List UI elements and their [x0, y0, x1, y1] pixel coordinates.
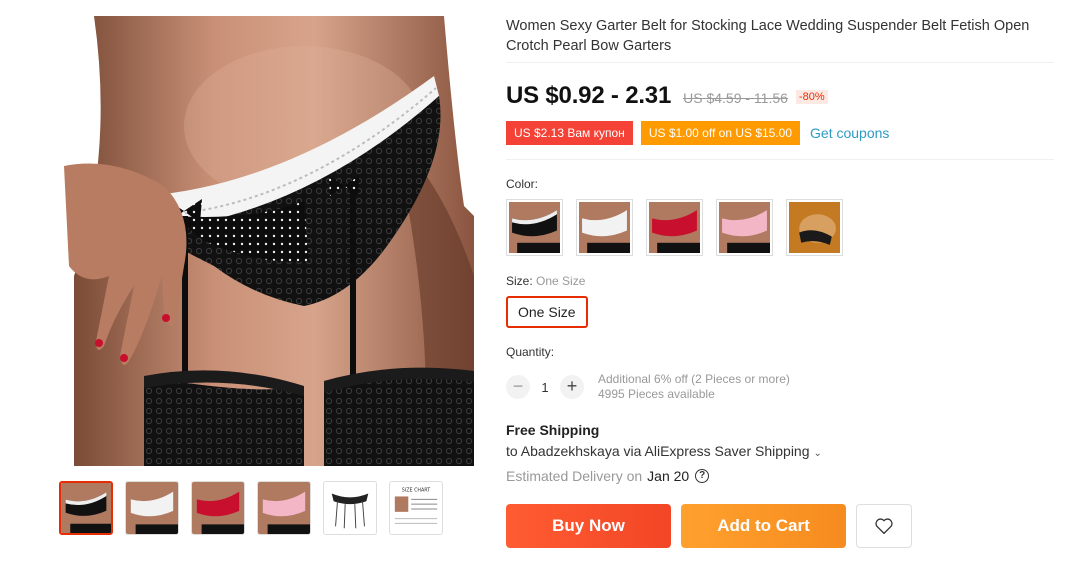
- current-price: US $0.92 - 2.31: [506, 82, 672, 109]
- thumbnail-image: [258, 482, 310, 534]
- main-product-image[interactable]: [54, 16, 474, 466]
- thumbnail-image: [324, 482, 376, 534]
- delivery-date: Jan 20: [647, 468, 690, 484]
- size-label-text: Size:: [506, 274, 533, 288]
- price-row: US $0.92 - 2.31 US $4.59 - 11.56 -80%: [506, 82, 828, 110]
- chevron-down-icon[interactable]: ⌄: [814, 448, 822, 459]
- action-buttons: Buy Now Add to Cart: [506, 504, 912, 548]
- shipping-destination-text: to Abadzekhskaya via AliExpress Saver Sh…: [506, 443, 810, 459]
- thumbnail-pink[interactable]: [257, 481, 311, 535]
- coupon-badge-store[interactable]: US $1.00 off on US $15.00: [638, 121, 801, 145]
- color-swatch-image: [789, 202, 840, 253]
- thumbnail-red[interactable]: [191, 481, 245, 535]
- wishlist-button[interactable]: [856, 504, 912, 548]
- shipping-destination[interactable]: to Abadzekhskaya via AliExpress Saver Sh…: [506, 443, 822, 459]
- add-to-cart-button[interactable]: Add to Cart: [681, 504, 846, 548]
- thumbnail-strip: SIZE CHART: [59, 481, 443, 535]
- quantity-decrease-button[interactable]: −: [506, 375, 530, 399]
- quantity-info: Additional 6% off (2 Pieces or more) 499…: [598, 372, 790, 402]
- coupon-row: US $2.13 Вам купон US $1.00 off on US $1…: [504, 121, 889, 145]
- bulk-discount-text: Additional 6% off (2 Pieces or more): [598, 372, 790, 386]
- product-info: Women Sexy Garter Belt for Stocking Lace…: [506, 16, 1056, 56]
- divider: [506, 159, 1054, 160]
- size-selected-value: One Size: [536, 274, 586, 288]
- color-option-red[interactable]: [646, 199, 703, 256]
- color-option-black[interactable]: [506, 199, 563, 256]
- thumbnail-image: [126, 482, 178, 534]
- thumbnail-white[interactable]: [125, 481, 179, 535]
- thumbnail-image: [192, 482, 244, 534]
- color-swatch-image: [579, 202, 630, 253]
- color-swatch-image: [649, 202, 700, 253]
- quantity-label: Quantity:: [506, 345, 555, 359]
- discount-badge: -80%: [795, 90, 828, 104]
- color-swatch-image: [509, 202, 560, 253]
- color-swatch-image: [719, 202, 770, 253]
- color-option-white[interactable]: [576, 199, 633, 256]
- buy-now-button[interactable]: Buy Now: [506, 504, 671, 548]
- size-label: Size: One Size: [506, 274, 585, 288]
- original-price: US $4.59 - 11.56: [683, 90, 788, 106]
- color-options: [506, 199, 843, 256]
- shipping-title: Free Shipping: [506, 422, 600, 438]
- get-coupons-link[interactable]: Get coupons: [810, 125, 889, 141]
- help-icon[interactable]: ?: [695, 469, 710, 483]
- thumbnail-garter-flat[interactable]: [323, 481, 377, 535]
- thumbnail-black[interactable]: [59, 481, 113, 535]
- delivery-label: Estimated Delivery on: [506, 468, 643, 484]
- stock-available-text: 4995 Pieces available: [598, 387, 715, 401]
- size-chart-caption: SIZE CHART: [402, 488, 431, 494]
- color-label: Color:: [506, 177, 539, 191]
- size-option-one-size[interactable]: One Size: [506, 296, 588, 328]
- quantity-value[interactable]: 1: [530, 380, 560, 395]
- quantity-stepper: − 1 + Additional 6% off (2 Pieces or mor…: [506, 372, 790, 402]
- product-photo: [54, 16, 474, 466]
- product-title: Women Sexy Garter Belt for Stocking Lace…: [506, 18, 1030, 54]
- color-option-photo[interactable]: [786, 199, 843, 256]
- heart-icon: [875, 518, 893, 535]
- quantity-increase-button[interactable]: +: [560, 375, 584, 399]
- coupon-badge-personal[interactable]: US $2.13 Вам купон: [504, 121, 633, 145]
- thumbnail-image: [61, 483, 111, 533]
- color-option-pink[interactable]: [716, 199, 773, 256]
- thumbnail-size-chart[interactable]: SIZE CHART: [389, 481, 443, 535]
- divider: [506, 62, 1054, 63]
- thumbnail-image: SIZE CHART: [390, 482, 442, 534]
- estimated-delivery: Estimated Delivery on Jan 20 ?: [506, 468, 710, 484]
